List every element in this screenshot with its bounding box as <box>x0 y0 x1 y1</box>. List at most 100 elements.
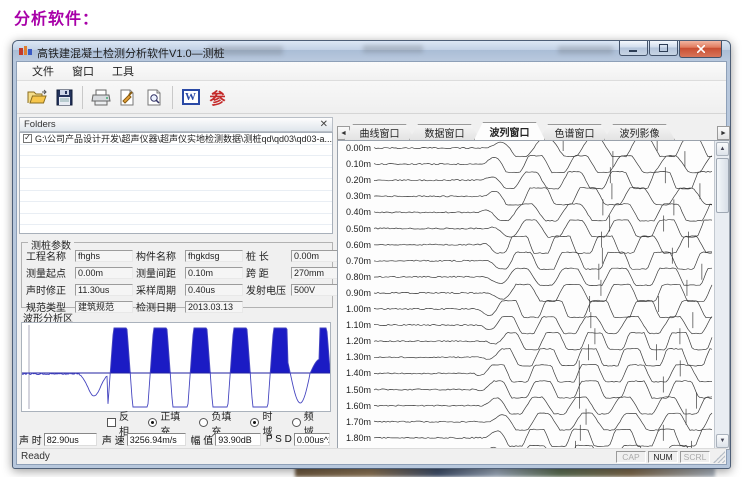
parameter-button[interactable]: 参 <box>204 84 231 110</box>
radio-icon[interactable] <box>292 418 301 427</box>
readout-field-0[interactable]: 82.90us <box>44 433 97 446</box>
wavetrain-traces <box>338 141 716 450</box>
folders-close-icon[interactable]: ✕ <box>320 120 328 130</box>
open-file-button[interactable] <box>24 84 51 110</box>
param-field-4[interactable]: 0.10m <box>185 267 243 279</box>
title-bar[interactable]: 高铁建混凝土检测分析软件V1.0—测桩 <box>13 41 730 61</box>
readout-row: 声 时82.90us声 速3256.94m/s幅 值93.90dBP S D0.… <box>19 432 335 447</box>
param-label-0: 工程名称 <box>26 248 72 263</box>
depth-label-8: 0.80m <box>346 272 376 282</box>
tab-1[interactable]: 数据窗口 <box>409 124 480 140</box>
status-text: Ready <box>21 451 50 462</box>
param-label-2: 桩 长 <box>246 248 288 263</box>
folders-list[interactable]: ✓G:\公司产品设计开发\超声仪器\超声仪实地检测数据\测桩qd\qd03\qd… <box>19 132 333 234</box>
depth-label-12: 1.20m <box>346 336 376 346</box>
readout-field-1[interactable]: 3256.94m/s <box>127 433 186 446</box>
depth-label-1: 0.10m <box>346 159 376 169</box>
wavetrain-panel[interactable]: ▲ ▼ 0.00m0.10m0.20m0.30m0.40m0.50m0.60m0… <box>337 140 730 450</box>
folder-empty-row <box>20 202 332 214</box>
print-button[interactable] <box>87 84 114 110</box>
workspace: Folders ✕ ✓G:\公司产品设计开发\超声仪器\超声仪实地检测数据\测桩… <box>17 114 726 448</box>
readout-field-2[interactable]: 93.90dB <box>215 433 261 446</box>
radio-icon[interactable] <box>199 418 208 427</box>
readout-label-0: 声 时 <box>19 432 42 447</box>
word-icon: W <box>182 89 200 105</box>
folders-panel-header[interactable]: Folders ✕ <box>19 117 333 132</box>
menu-item-1[interactable]: 窗口 <box>63 61 103 81</box>
folder-item[interactable]: ✓G:\公司产品设计开发\超声仪器\超声仪实地检测数据\测桩qd\qd03\qd… <box>20 133 332 145</box>
desktop: 分析软件： 高铁建混凝土检测分析软件V1.0—测桩 文件窗口工具 <box>0 0 745 477</box>
depth-label-17: 1.70m <box>346 417 376 427</box>
printer-icon <box>91 89 111 106</box>
export-word-button[interactable]: W <box>177 84 204 110</box>
param-field-7[interactable]: 0.40us <box>185 284 243 296</box>
radio-icon[interactable] <box>250 418 259 427</box>
param-label-3: 测量起点 <box>26 265 72 280</box>
scrollbar-thumb[interactable] <box>716 158 729 213</box>
scroll-up-icon[interactable]: ▲ <box>716 142 729 156</box>
depth-label-4: 0.40m <box>346 207 376 217</box>
folder-empty-row <box>20 156 332 168</box>
page-heading: 分析软件： <box>14 5 99 29</box>
depth-label-3: 0.30m <box>346 191 376 201</box>
folder-path: G:\公司产品设计开发\超声仪器\超声仪实地检测数据\测桩qd\qd03\qd0… <box>35 132 332 145</box>
page-tools-icon <box>119 89 136 106</box>
tab-0[interactable]: 曲线窗口 <box>344 124 415 140</box>
depth-label-5: 0.50m <box>346 224 376 234</box>
depth-label-6: 0.60m <box>346 240 376 250</box>
toolbar: W 参 <box>17 81 726 114</box>
depth-label-13: 1.30m <box>346 352 376 362</box>
tab-3[interactable]: 色谱窗口 <box>539 124 610 140</box>
depth-label-16: 1.60m <box>346 401 376 411</box>
page-setup-button[interactable] <box>114 84 141 110</box>
tab-scroll-right-icon[interactable]: ► <box>717 126 730 140</box>
tab-strip: ◄曲线窗口数据窗口波列窗口色谱窗口波列影像► <box>337 122 730 140</box>
param-label-5: 跨 距 <box>246 265 288 280</box>
folder-empty-row <box>20 145 332 157</box>
menu-item-0[interactable]: 文件 <box>23 61 63 81</box>
vertical-scrollbar[interactable]: ▲ ▼ <box>714 141 729 449</box>
status-indicator-scrl: SCRL <box>680 451 710 463</box>
param-field-5[interactable]: 270mm <box>291 267 343 279</box>
checkbox-icon[interactable]: ✓ <box>23 134 32 143</box>
folder-empty-row <box>20 225 332 234</box>
print-preview-icon <box>146 89 163 106</box>
checkbox-icon[interactable] <box>107 418 116 427</box>
depth-label-18: 1.80m <box>346 433 376 443</box>
waveform-analysis-plot[interactable] <box>21 322 331 412</box>
param-field-6[interactable]: 11.30us <box>75 284 133 296</box>
param-field-3[interactable]: 0.00m <box>75 267 133 279</box>
folders-panel-title: Folders <box>24 119 56 130</box>
param-field-8[interactable]: 500V <box>291 284 343 296</box>
folder-empty-row <box>20 168 332 180</box>
app-window: 高铁建混凝土检测分析软件V1.0—测桩 文件窗口工具 <box>12 40 731 469</box>
status-indicator-num: NUM <box>648 451 678 463</box>
param-label-8: 发射电压 <box>246 282 288 297</box>
readout-label-1: 声 速 <box>102 432 125 447</box>
folder-empty-row <box>20 214 332 226</box>
save-button[interactable] <box>51 84 78 110</box>
tab-2[interactable]: 波列窗口 <box>474 122 545 140</box>
param-field-2[interactable]: 0.00m <box>291 250 343 262</box>
scroll-down-icon[interactable]: ▼ <box>716 434 729 448</box>
waveform-controls: 反相正填充负填充时域频域 <box>21 416 333 429</box>
param-field-10[interactable]: 2013.03.13 <box>185 301 243 313</box>
print-preview-button[interactable] <box>141 84 168 110</box>
status-indicator-cap: CAP <box>616 451 646 463</box>
minimize-button[interactable] <box>619 41 648 56</box>
resize-grip-icon[interactable] <box>713 451 725 463</box>
menu-item-2[interactable]: 工具 <box>103 61 143 81</box>
status-indicators: CAPNUMSCRL <box>616 451 710 463</box>
param-field-0[interactable]: fhghs <box>75 250 133 262</box>
param-label-1: 构件名称 <box>136 248 182 263</box>
pile-params-groupbox: 测桩参数 工程名称fhghs构件名称fhgkdsg桩 长0.00m测量起点0.0… <box>21 242 333 308</box>
tab-4[interactable]: 波列影像 <box>604 124 675 140</box>
close-button[interactable] <box>679 41 722 58</box>
param-field-9[interactable]: 建筑规范 <box>75 301 133 313</box>
readout-field-3[interactable]: 0.00us^2/m <box>294 433 330 446</box>
radio-icon[interactable] <box>148 418 157 427</box>
param-field-1[interactable]: fhgkdsg <box>185 250 243 262</box>
maximize-button[interactable] <box>649 41 678 56</box>
save-icon <box>56 89 73 106</box>
parameter-icon: 参 <box>209 85 225 109</box>
